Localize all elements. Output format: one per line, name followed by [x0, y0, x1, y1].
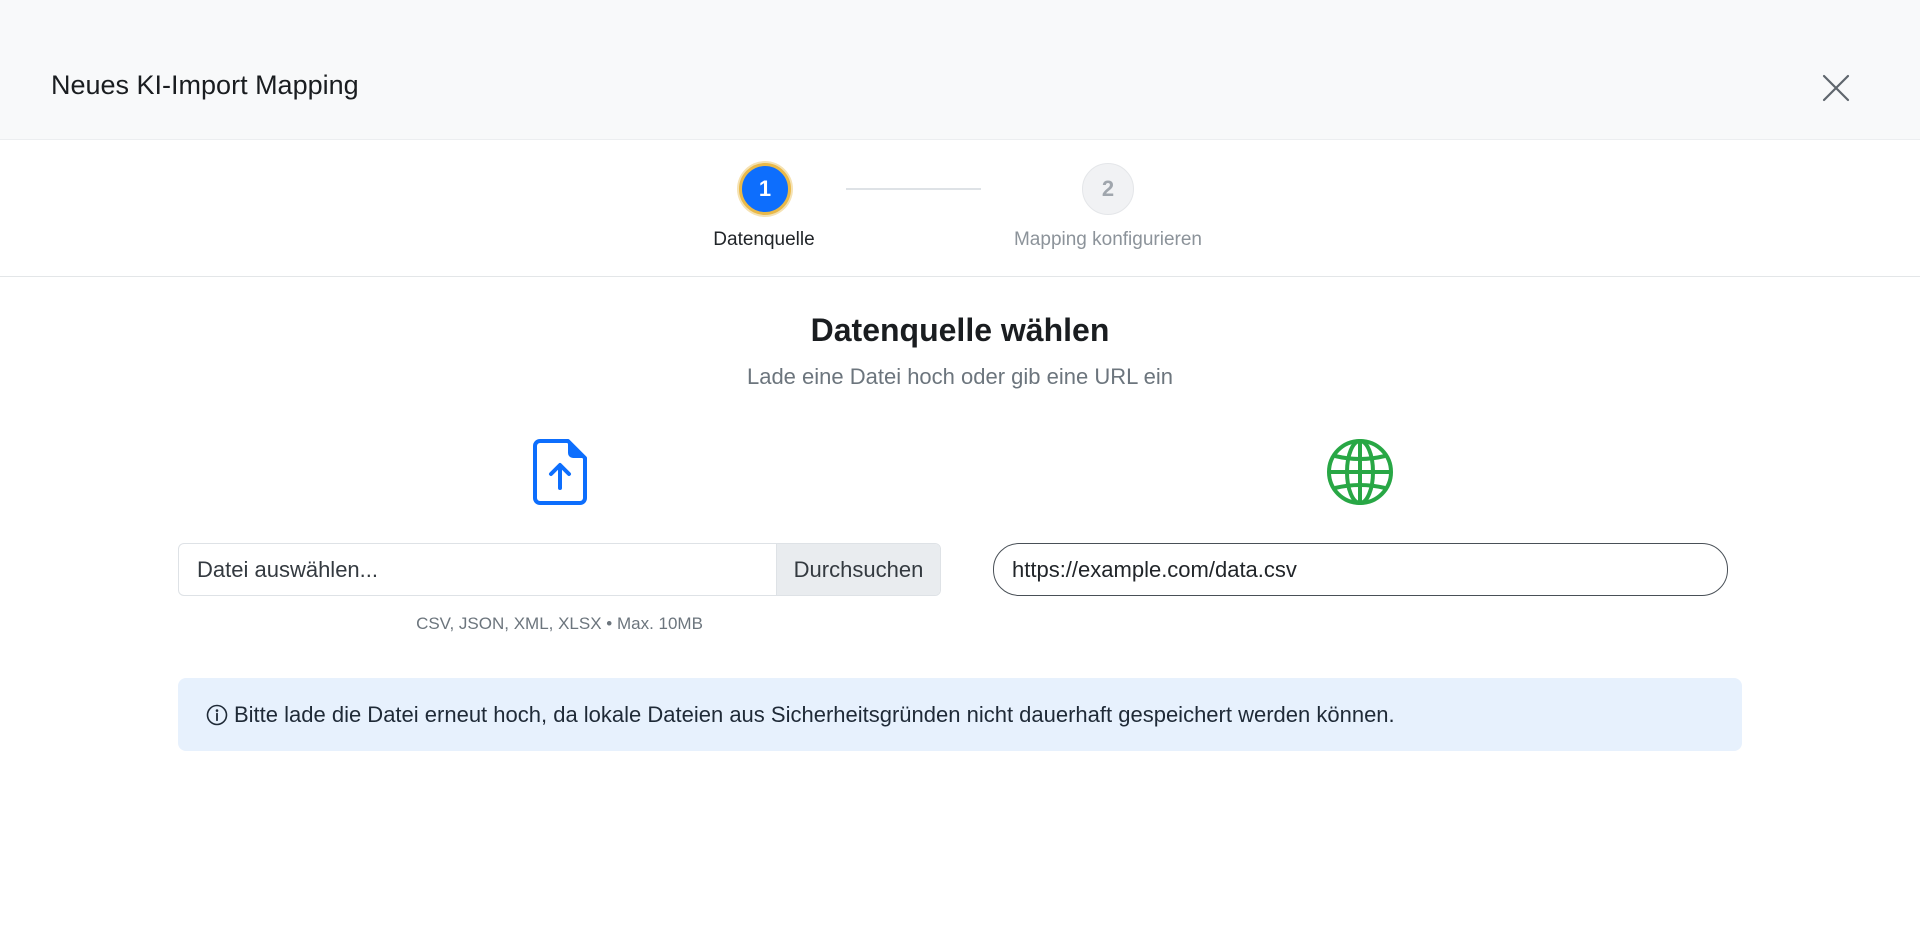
- file-format-hint: CSV, JSON, XML, XLSX • Max. 10MB: [416, 614, 703, 633]
- info-alert-text: Bitte lade die Datei erneut hoch, da lok…: [234, 701, 1395, 727]
- close-button[interactable]: [1816, 68, 1856, 108]
- globe-icon: [1327, 439, 1393, 505]
- info-alert: Bitte lade die Datei erneut hoch, da lok…: [178, 678, 1742, 751]
- file-input-group[interactable]: Datei auswählen... Durchsuchen: [178, 543, 941, 596]
- section-title: Datenquelle wählen: [810, 312, 1110, 348]
- step-2-circle[interactable]: 2: [1082, 163, 1134, 215]
- browse-button[interactable]: Durchsuchen: [776, 544, 940, 595]
- step-1-label: Datenquelle: [713, 229, 815, 250]
- modal-header: Neues KI-Import Mapping: [0, 0, 1920, 140]
- close-icon: [1822, 74, 1850, 102]
- file-upload-icon: [533, 439, 587, 505]
- url-input[interactable]: [993, 543, 1728, 596]
- step-connector: [846, 188, 981, 190]
- info-circle-icon: [206, 704, 228, 725]
- file-input[interactable]: Datei auswählen...: [179, 544, 776, 595]
- stepper: 1 2 Datenquelle Mapping konfigurieren: [0, 140, 1920, 277]
- modal-title: Neues KI-Import Mapping: [51, 70, 359, 100]
- section-subtitle: Lade eine Datei hoch oder gib eine URL e…: [746, 364, 1174, 389]
- step-2-label: Mapping konfigurieren: [1013, 229, 1202, 250]
- step-1-circle[interactable]: 1: [739, 163, 791, 215]
